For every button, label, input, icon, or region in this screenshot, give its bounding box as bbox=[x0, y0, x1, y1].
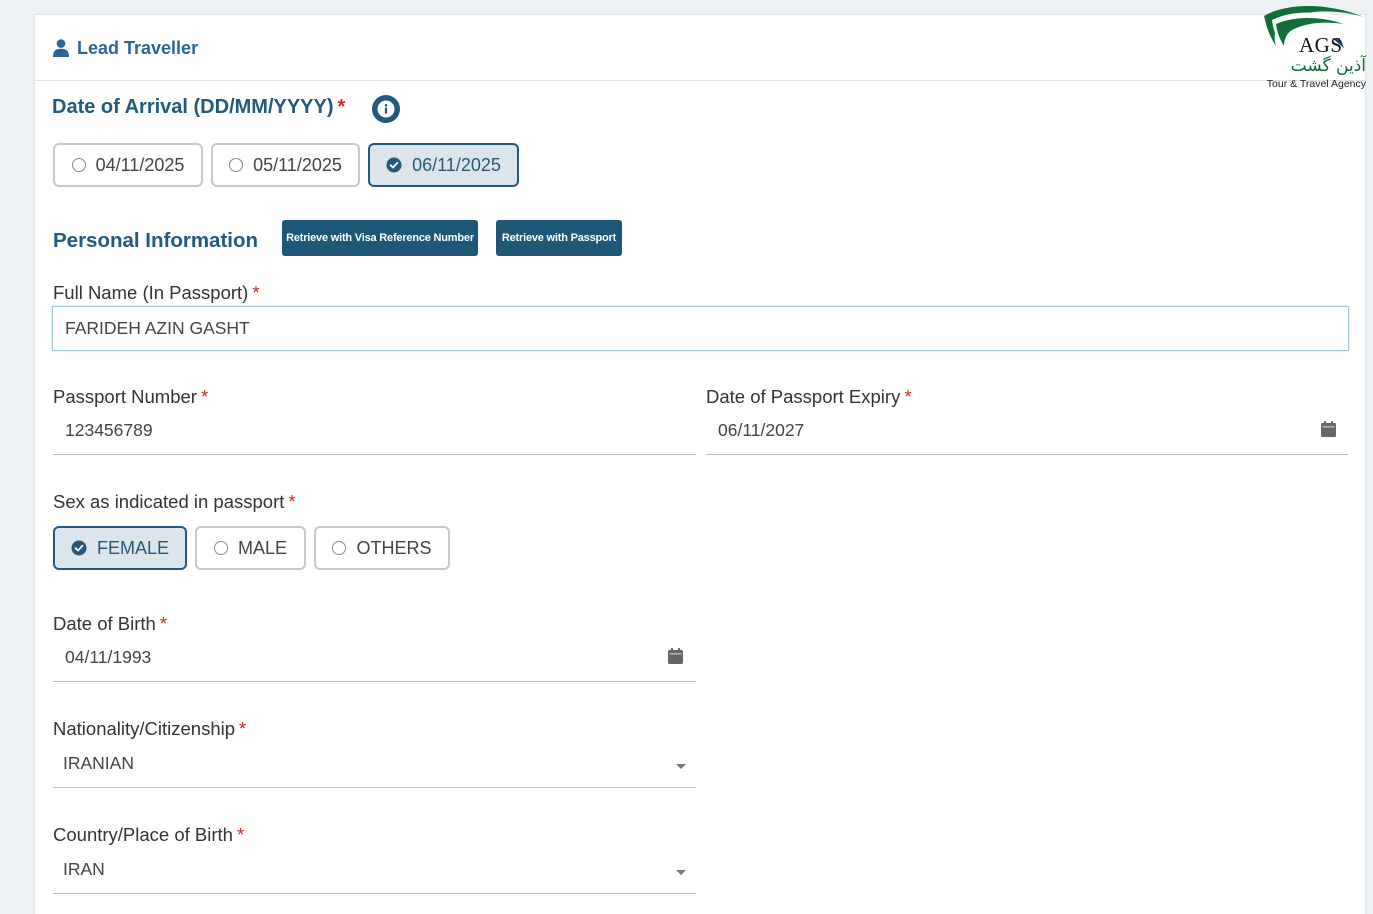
sex-option-others[interactable]: OTHERS bbox=[314, 526, 450, 570]
logo-persian-name: آذین گشت bbox=[1290, 56, 1366, 76]
passport-expiry-input[interactable]: 06/11/2027 bbox=[706, 407, 1348, 455]
retrieve-visa-button[interactable]: Retrieve with Visa Reference Number bbox=[282, 220, 478, 256]
passport-number-required-mark: * bbox=[200, 386, 209, 407]
dob-value: 04/11/1993 bbox=[65, 647, 152, 667]
full-name-required-mark: * bbox=[252, 282, 260, 303]
birth-country-label: Country/Place of Birth * bbox=[53, 824, 244, 846]
passport-number-label: Passport Number * bbox=[53, 386, 208, 408]
arrival-option-1[interactable]: 04/11/2025 bbox=[53, 143, 203, 187]
birth-country-select[interactable]: IRAN bbox=[53, 846, 696, 894]
user-icon bbox=[53, 39, 69, 57]
info-icon[interactable] bbox=[371, 94, 401, 124]
ags-logo: AGS آذین گشت Tour & Travel Agency bbox=[1262, 2, 1372, 94]
arrival-option-2[interactable]: 05/11/2025 bbox=[211, 143, 360, 187]
nationality-label: Nationality/Citizenship * bbox=[53, 718, 246, 740]
full-name-label: Full Name (In Passport) * bbox=[53, 282, 260, 304]
logo-tagline: Tour & Travel Agency bbox=[1266, 78, 1366, 90]
sex-option-female-label: FEMALE bbox=[96, 537, 170, 558]
check-circle-icon bbox=[71, 540, 87, 556]
logo-brand: AGS bbox=[1299, 33, 1343, 57]
chevron-down-icon[interactable] bbox=[676, 764, 686, 769]
passport-number-value: 123456789 bbox=[65, 420, 153, 440]
calendar-icon[interactable] bbox=[668, 648, 683, 664]
chevron-down-icon[interactable] bbox=[676, 870, 686, 875]
passport-number-label-text: Passport Number bbox=[53, 386, 197, 407]
dob-required-mark: * bbox=[159, 613, 168, 634]
card-header: Lead Traveller bbox=[35, 15, 1365, 81]
arrival-label: Date of Arrival (DD/MM/YYYY) * bbox=[52, 96, 345, 119]
dob-label: Date of Birth * bbox=[53, 613, 167, 635]
radio-circle-icon bbox=[332, 541, 347, 555]
nationality-required-mark: * bbox=[239, 718, 247, 739]
dob-input[interactable]: 04/11/1993 bbox=[53, 634, 696, 682]
sex-option-male[interactable]: MALE bbox=[195, 526, 306, 570]
full-name-value: FARIDEH AZIN GASHT bbox=[65, 318, 250, 338]
full-name-label-text: Full Name (In Passport) bbox=[53, 282, 249, 303]
arrival-option-2-label: 05/11/2025 bbox=[253, 154, 342, 175]
header-title: Lead Traveller bbox=[53, 37, 198, 59]
passport-expiry-required-mark: * bbox=[904, 386, 912, 407]
personal-info-title: Personal Information bbox=[53, 229, 259, 252]
birth-country-required-mark: * bbox=[236, 824, 245, 845]
sex-required-mark: * bbox=[288, 491, 296, 512]
nationality-label-text: Nationality/Citizenship bbox=[53, 718, 236, 739]
radio-circle-icon bbox=[71, 158, 86, 172]
passport-expiry-value: 06/11/2027 bbox=[718, 420, 805, 440]
calendar-icon[interactable] bbox=[1321, 421, 1336, 437]
arrival-required-mark: * bbox=[337, 96, 346, 118]
arrival-option-3[interactable]: 06/11/2025 bbox=[368, 143, 519, 187]
arrival-option-3-label: 06/11/2025 bbox=[412, 154, 501, 175]
passport-expiry-label: Date of Passport Expiry * bbox=[706, 386, 912, 408]
retrieve-passport-button[interactable]: Retrieve with Passport bbox=[496, 220, 622, 256]
birth-country-value: IRAN bbox=[63, 859, 105, 879]
arrival-option-1-label: 04/11/2025 bbox=[95, 154, 185, 175]
sex-option-others-label: OTHERS bbox=[356, 537, 432, 558]
nationality-value: IRANIAN bbox=[63, 753, 134, 773]
sex-label: Sex as indicated in passport * bbox=[53, 491, 296, 513]
radio-circle-icon bbox=[213, 541, 228, 555]
nationality-select[interactable]: IRANIAN bbox=[53, 740, 696, 788]
arrival-label-text: Date of Arrival (DD/MM/YYYY) bbox=[52, 96, 334, 118]
passport-expiry-label-text: Date of Passport Expiry bbox=[706, 386, 901, 407]
sex-label-text: Sex as indicated in passport bbox=[53, 491, 285, 512]
sex-option-female[interactable]: FEMALE bbox=[53, 526, 187, 570]
radio-circle-icon bbox=[229, 158, 244, 172]
passport-number-input[interactable]: 123456789 bbox=[53, 407, 696, 455]
header-title-text: Lead Traveller bbox=[77, 37, 199, 58]
sex-option-male-label: MALE bbox=[237, 537, 288, 558]
check-circle-icon bbox=[386, 157, 402, 173]
dob-label-text: Date of Birth bbox=[53, 613, 156, 634]
birth-country-label-text: Country/Place of Birth bbox=[53, 824, 233, 845]
full-name-input[interactable]: FARIDEH AZIN GASHT bbox=[52, 306, 1349, 351]
